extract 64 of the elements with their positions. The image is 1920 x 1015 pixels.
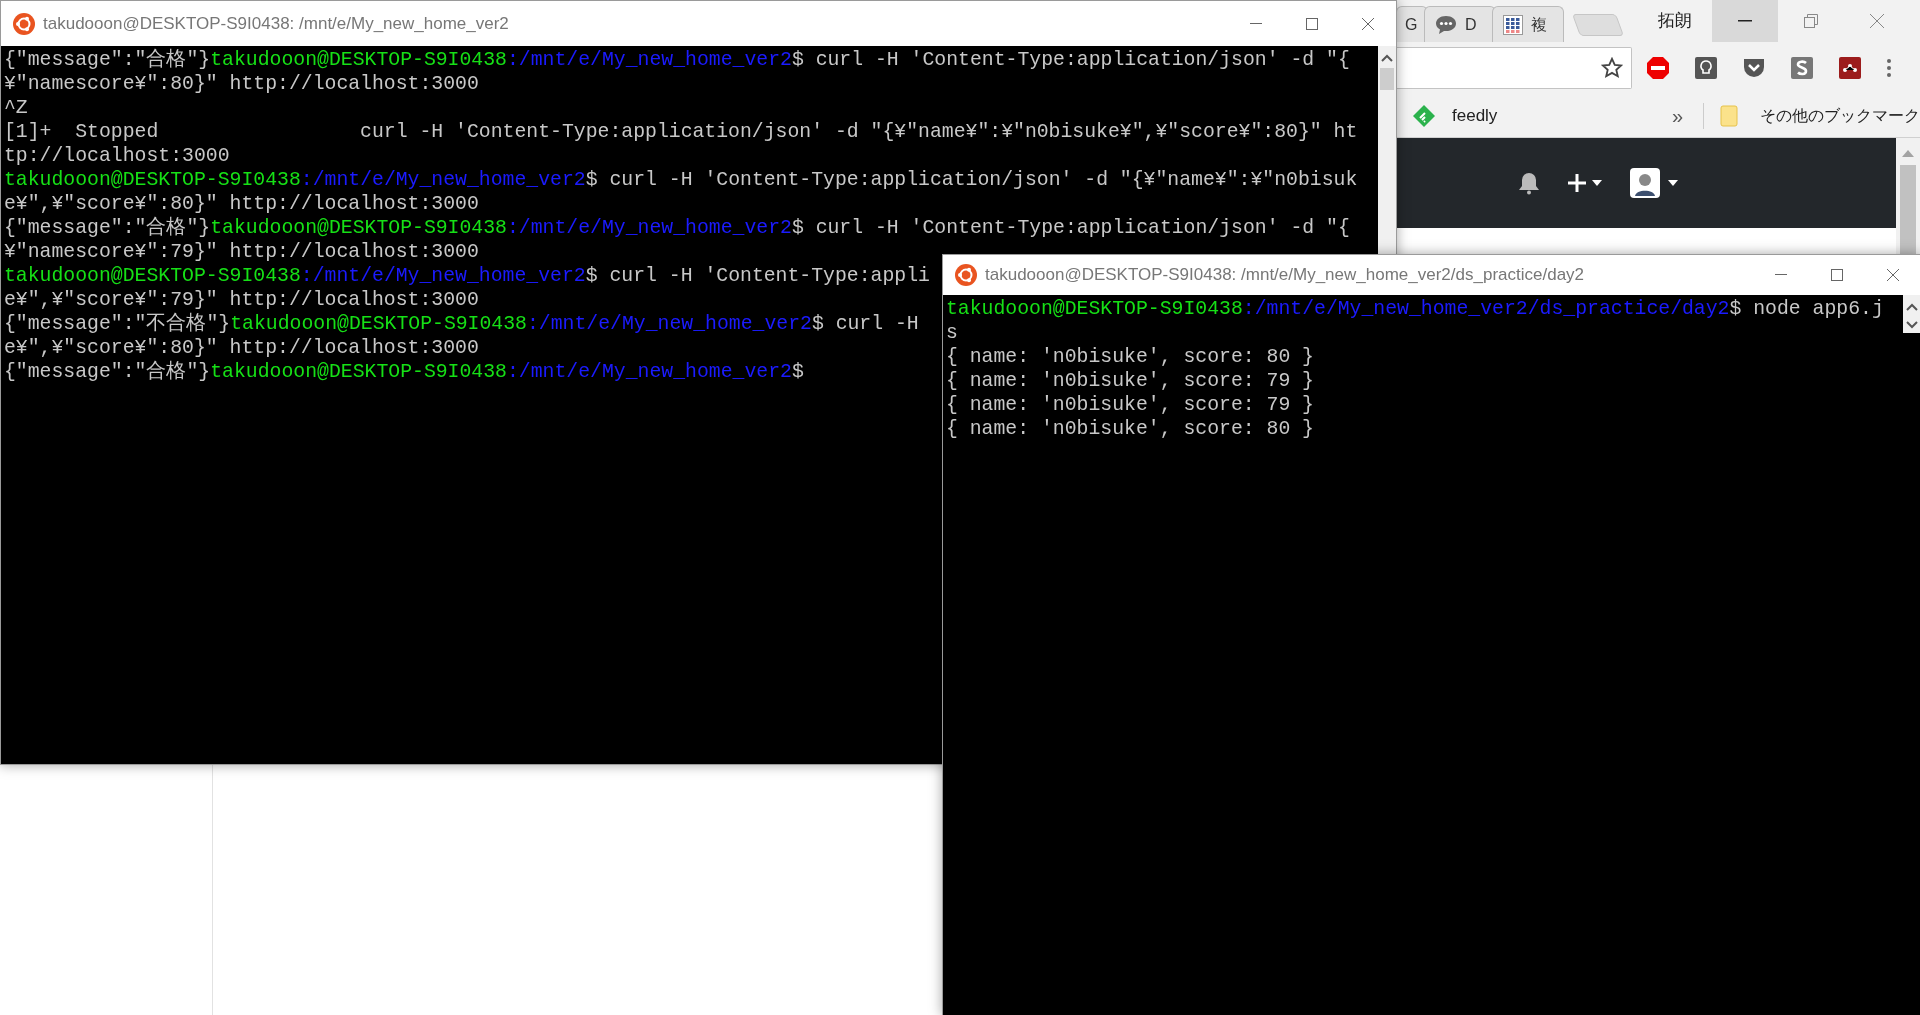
scrollbar-thumb[interactable] [1900,165,1916,255]
scrollbar-thumb[interactable] [1380,68,1394,90]
terminal-line: {"message":"合格"}takudooon@DESKTOP-S9I0438:/mnt/e/My_new_home_ver2$ curl -H 'Content-Type:application/json' -d "{ [4,216,1350,240]
bookmarks-overflow[interactable]: » [1671,100,1684,131]
page-scrollbar[interactable] [1896,138,1920,255]
minimize-icon [1738,20,1752,22]
menu-dots-icon[interactable] [1886,58,1892,78]
terminal-line: e¥",¥"score¥":79}" http://localhost:3000 [4,288,479,312]
profile-name[interactable]: 拓朗 [1658,8,1692,34]
maximize-icon [1306,17,1318,30]
terminal-line: takudooon@DESKTOP-S9I0438:/mnt/e/My_new_home_ver2$ curl -H 'Content-Type:application/json' -d "{¥"name¥":¥"n0bisuk [4,168,1358,192]
create-menu[interactable] [1568,174,1602,192]
terminal-line: e¥",¥"score¥":80}" http://localhost:3000 [4,192,479,216]
folder-icon [1720,104,1738,127]
profile-menu[interactable] [1630,168,1678,198]
window-title: takudooon@DESKTOP-S9I0438: /mnt/e/My_new_home_ver2 [43,12,509,35]
scroll-up-arrow-icon [1902,150,1914,157]
terminal-line: takudooon@DESKTOP-S9I0438:/mnt/e/My_new_home_ver2$ curl -H 'Content-Type:appli [4,264,930,288]
maximize-icon [1831,269,1843,281]
terminal-line: {"message":"合格"}takudooon@DESKTOP-S9I0438:/mnt/e/My_new_home_ver2$ curl -H 'Content-Type:application/json' -d "{ [4,48,1350,72]
terminal-line: s [946,321,958,345]
bookmark-item[interactable]: feedly [1412,102,1662,129]
terminal-line: [1]+ Stopped curl -H 'Content-Type:application/json' -d "{¥"name¥":¥"n0bisuke¥",¥"score¥":80}" ht [4,120,1358,144]
close-icon [1886,268,1900,282]
terminal-line: { name: 'n0bisuke', score: 79 } [946,393,1314,417]
restore-icon [1804,14,1818,28]
terminal-line: ¥"namescore¥":79}" http://localhost:3000 [4,240,479,264]
pocket-icon[interactable] [1742,56,1766,80]
grid-icon [1503,14,1523,35]
terminal-line: e¥",¥"score¥":80}" http://localhost:3000 [4,336,479,360]
address-field[interactable] [1397,47,1632,89]
speech-bubble-icon [1435,14,1457,35]
scrollbar[interactable] [1378,46,1396,254]
terminal-line: ¥"namescore¥":80}" http://localhost:3000 [4,72,479,96]
terminal-line: { name: 'n0bisuke', score: 80 } [946,345,1314,369]
terminal-line: tp://localhost:3000 [4,144,230,168]
browser-tab[interactable]: 複 [1492,6,1564,42]
other-bookmarks-folder[interactable]: その他のブックマーク [1720,103,1920,128]
terminal-line: { name: 'n0bisuke', score: 79 } [946,369,1314,393]
network-icon[interactable] [1838,56,1862,80]
scrollbar[interactable] [1903,295,1920,333]
terminal-line: ^Z [4,96,28,120]
lightbulb-icon[interactable] [1694,56,1718,80]
close-icon [1361,16,1375,31]
star-icon [1601,57,1623,79]
plus-icon [1568,174,1586,192]
terminal-line: { name: 'n0bisuke', score: 80 } [946,417,1314,441]
minimize-icon [1250,22,1262,25]
window-title: takudooon@DESKTOP-S9I0438: /mnt/e/My_new_home_ver2/ds_practice/day2 [985,264,1585,287]
caret-icon [1592,180,1602,186]
stop-sign-icon[interactable] [1646,56,1670,80]
ubuntu-logo-icon [13,12,35,35]
new-tab-button[interactable] [1572,14,1624,36]
caret-icon [1668,180,1678,186]
minimize-icon [1775,274,1787,276]
terminal-line: {"message":"不合格"}takudooon@DESKTOP-S9I0438:/mnt/e/My_new_home_ver2$ curl -H [4,312,919,336]
terminal-line: takudooon@DESKTOP-S9I0438:/mnt/e/My_new_home_ver2/ds_practice/day2$ node app6.j [946,297,1884,321]
ubuntu-logo-icon [955,264,977,286]
close-icon [1869,13,1885,29]
avatar-icon [1630,168,1660,198]
feedly-icon [1412,103,1436,128]
bell-icon[interactable] [1518,171,1540,195]
terminal-line: {"message":"合格"}takudooon@DESKTOP-S9I0438:/mnt/e/My_new_home_ver2$ [4,360,804,384]
square-s-icon[interactable] [1790,56,1814,80]
